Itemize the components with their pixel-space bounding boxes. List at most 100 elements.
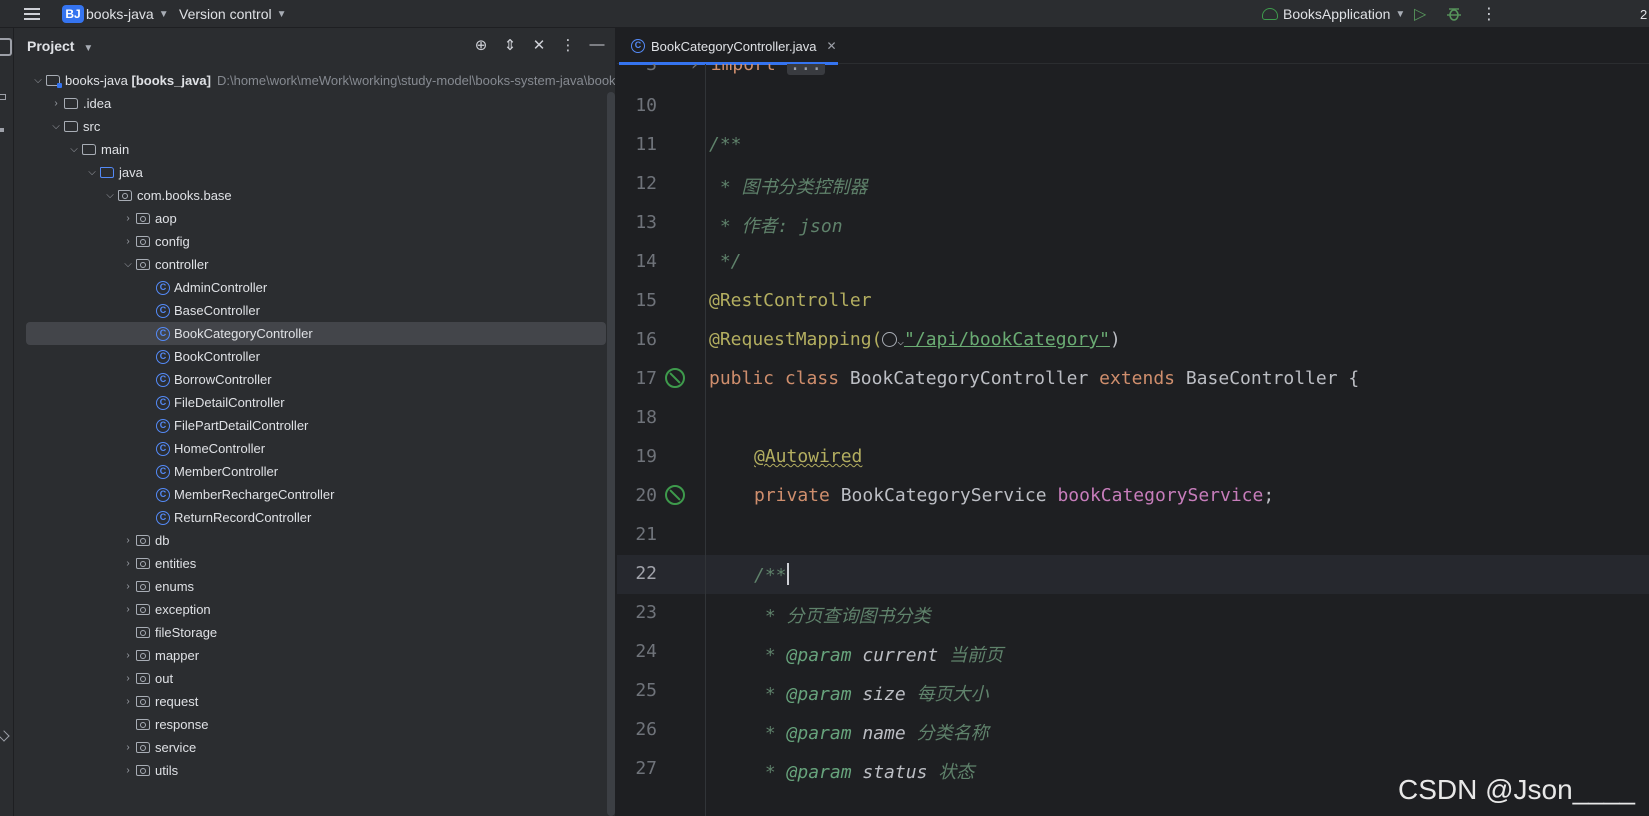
tab-bookcategorycontroller[interactable]: C BookCategoryController.java ✕ [617,28,838,65]
code-area[interactable]: 3 › import ... 10 11 /** 12 * 图书分类控制器 13… [617,64,1649,816]
tree-item-class[interactable]: C MemberController [26,460,606,483]
tree-item-service[interactable]: › service [26,736,606,759]
tree-label: FileDetailController [174,395,285,410]
debug-icon[interactable] [1446,0,1462,28]
code-line: 17 public class BookCategoryController e… [617,360,1649,399]
chevron-down-icon[interactable]: ⌵ [48,121,64,132]
close-icon[interactable]: ✕ [531,36,547,54]
line-number: 13 [635,212,657,233]
project-scrollbar[interactable] [607,92,615,816]
chevron-down-icon[interactable]: ⌵ [84,167,100,178]
tree-item-response[interactable]: response [26,713,606,736]
code-line: 11 /** [617,126,1649,165]
code-token: BookCategoryService [840,485,1058,506]
code-token: @Autowired [754,446,863,467]
chevron-right-icon[interactable]: › [120,673,136,684]
tree-item-entities[interactable]: › entities [26,552,606,575]
class-icon: C [156,303,170,318]
code-line: 25 * @param size 每页大小 [617,672,1649,711]
options-icon[interactable]: ⋮ [560,36,576,54]
tree-item-class[interactable]: C BorrowController [26,368,606,391]
navigate-bean-gutter-icon[interactable] [665,485,685,505]
tree-item-utils[interactable]: › utils [26,759,606,782]
tree-item-class-selected[interactable]: C BookCategoryController [26,322,606,345]
code-token: * [754,684,787,705]
folded-imports[interactable]: ... [786,64,826,75]
chevron-right-icon[interactable]: › [120,650,136,661]
locate-icon[interactable]: ⊕ [473,36,489,54]
chevron-down-icon[interactable]: ⌵ [30,75,46,86]
tree-item-root[interactable]: ⌵ books-java [books_java] D:\home\work\m… [26,69,622,92]
class-icon: C [156,349,170,364]
project-switcher[interactable]: books-java ▼ [86,0,169,28]
chevron-right-icon[interactable]: › [120,581,136,592]
tree-item-main[interactable]: ⌵ main [26,138,606,161]
more-actions-icon[interactable]: ⋮ [1481,0,1497,28]
tree-item-class[interactable]: C FilePartDetailController [26,414,606,437]
tree-item-package[interactable]: ⌵ com.books.base [26,184,606,207]
chevron-right-icon[interactable]: › [120,535,136,546]
run-icon[interactable]: ▷ [1414,0,1426,28]
tree-item-class[interactable]: C MemberRechargeController [26,483,606,506]
minimize-icon[interactable]: — [589,36,605,54]
spring-bean-gutter-icon[interactable] [665,368,685,388]
expand-collapse-icon[interactable]: ⇕ [502,36,518,54]
chevron-down-icon[interactable]: ⌵ [120,259,136,270]
line-number: 25 [635,680,657,701]
tree-item-aop[interactable]: › aop [26,207,606,230]
line-number: 11 [635,134,657,155]
chevron-right-icon[interactable]: › [120,558,136,569]
chevron-right-icon[interactable]: › [120,765,136,776]
main-menu-icon[interactable] [24,0,42,28]
tree-label: BaseController [174,303,260,318]
chevron-right-icon[interactable]: › [120,696,136,707]
tree-item-java[interactable]: ⌵ java [26,161,606,184]
project-tool-icon[interactable] [0,38,12,56]
chevron-right-icon[interactable]: › [120,236,136,247]
tree-item-class[interactable]: C BaseController [26,299,606,322]
close-tab-icon[interactable]: ✕ [826,39,836,53]
tree-label: MemberRechargeController [174,487,335,502]
tree-item-idea[interactable]: › .idea [26,92,606,115]
code-line: 24 * @param current 当前页 [617,633,1649,672]
chevron-right-icon[interactable]: › [120,742,136,753]
tree-item-class[interactable]: C BookController [26,345,606,368]
tree-item-db[interactable]: › db [26,529,606,552]
package-icon [136,213,150,224]
tree-item-config[interactable]: › config [26,230,606,253]
commit-tool-icon[interactable] [0,94,6,100]
chevron-down-icon[interactable]: ⌵ [102,190,118,201]
code-token: 分类名称 [916,723,989,744]
services-tool-icon[interactable] [0,730,10,742]
fold-chevron-icon[interactable]: › [689,64,711,75]
code-token: 状态 [938,762,975,783]
code-token: * [754,645,787,666]
project-panel-header: Project ▼ ⊕ ⇕ ✕ ⋮ — [14,28,615,64]
tree-item-exception[interactable]: › exception [26,598,606,621]
tree-item-filestorage[interactable]: fileStorage [26,621,606,644]
run-config-selector[interactable]: BooksApplication ▼ [1262,0,1405,28]
tree-item-controller[interactable]: ⌵ controller [26,253,606,276]
tree-item-class[interactable]: C ReturnRecordController [26,506,606,529]
package-icon [136,581,150,592]
chevron-right-icon[interactable]: › [120,213,136,224]
chevron-down-icon[interactable]: ⌵ [66,144,82,155]
chevron-right-icon[interactable]: › [48,98,64,109]
tree-item-class[interactable]: C HomeController [26,437,606,460]
class-icon: C [156,395,170,410]
code-token[interactable]: "/api/bookCategory" [904,329,1110,350]
structure-tool-icon[interactable] [0,128,4,132]
tree-item-class[interactable]: C FileDetailController [26,391,606,414]
globe-icon[interactable] [882,332,898,347]
chevron-right-icon[interactable]: › [120,604,136,615]
class-icon: C [156,280,170,295]
tree-item-out[interactable]: › out [26,667,606,690]
project-view-selector[interactable]: Project ▼ [27,38,93,54]
vcs-menu[interactable]: Version control ▼ [179,0,287,28]
tree-item-class[interactable]: C AdminController [26,276,606,299]
tree-item-request[interactable]: › request [26,690,606,713]
code-token: */ [709,251,742,272]
tree-item-src[interactable]: ⌵ src [26,115,606,138]
tree-item-enums[interactable]: › enums [26,575,606,598]
tree-item-mapper[interactable]: › mapper [26,644,606,667]
